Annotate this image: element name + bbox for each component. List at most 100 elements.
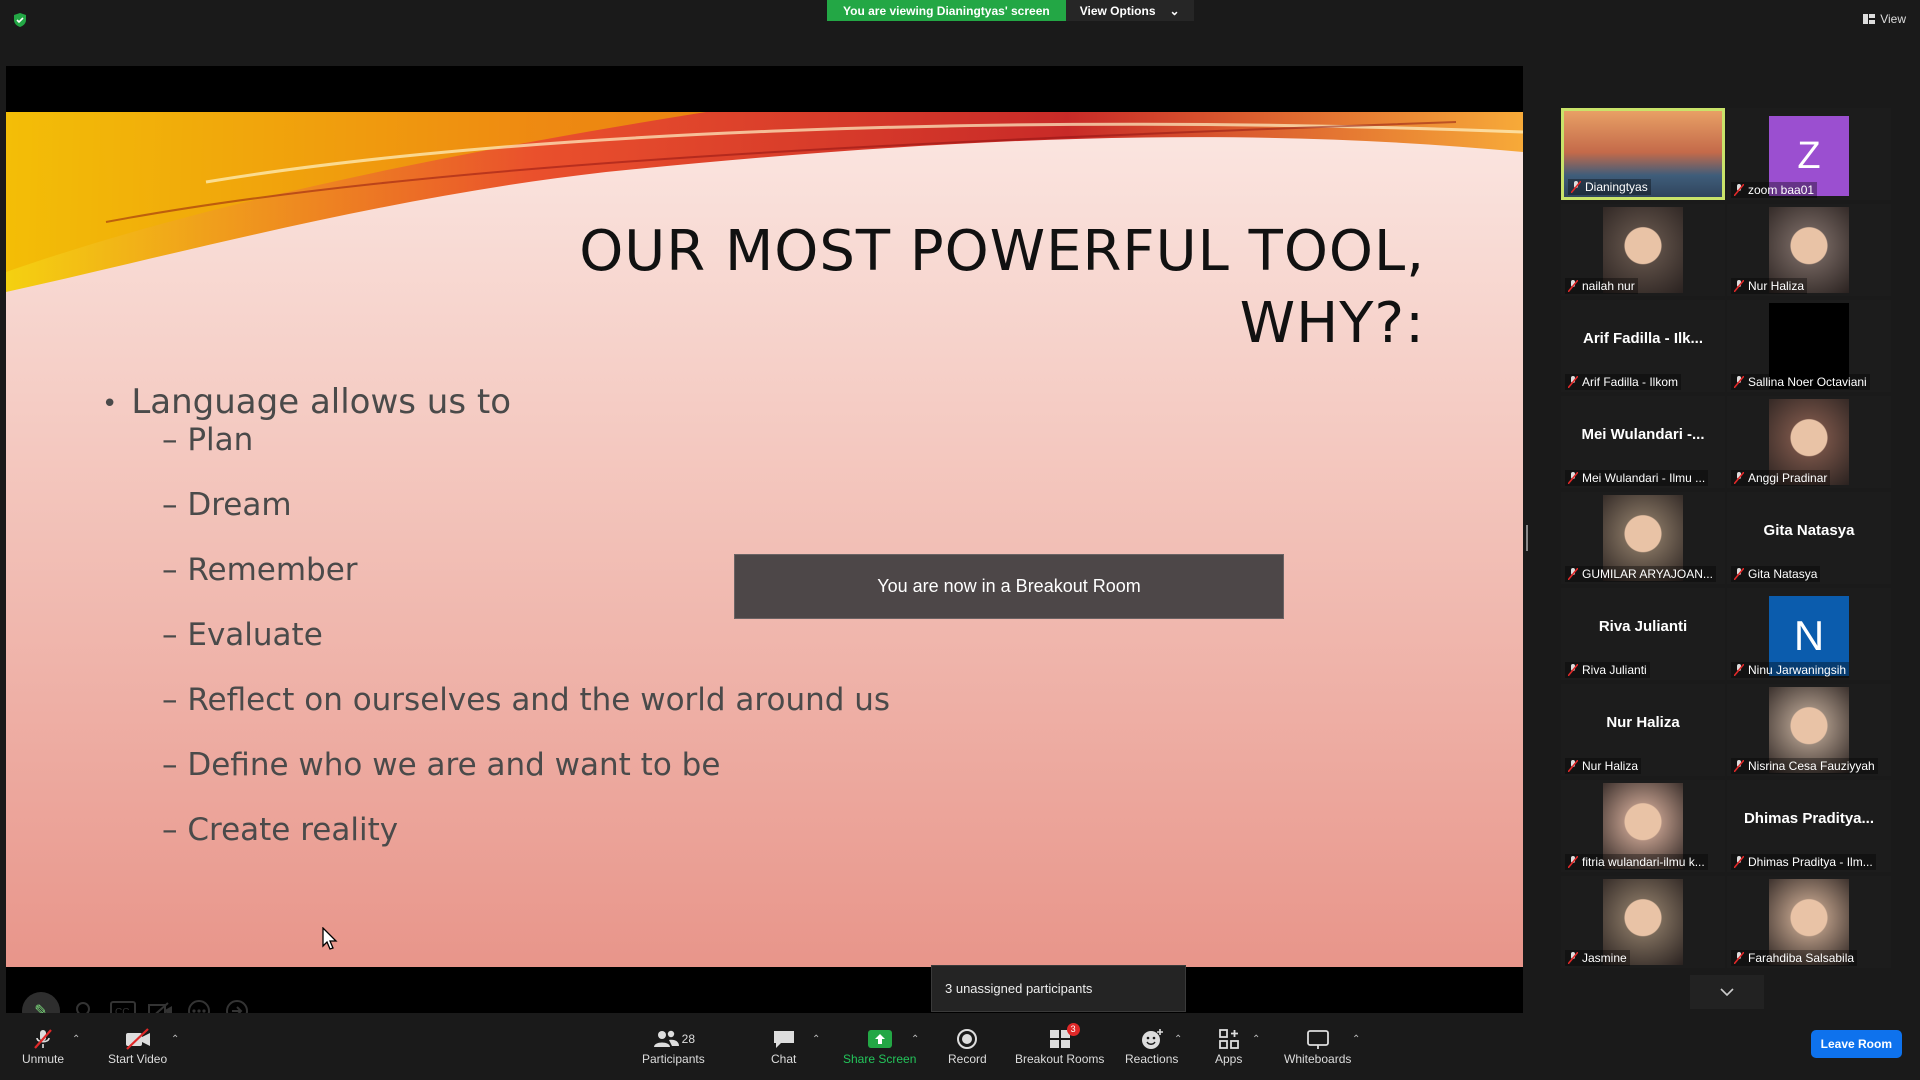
participant-name: Nur Haliza <box>1582 759 1639 773</box>
chevron-down-icon: ⌄ <box>1169 3 1180 18</box>
sub-bullet: Evaluate <box>162 617 322 653</box>
participant-tile[interactable]: Zzoom baa01 <box>1727 108 1891 200</box>
participant-tile[interactable]: N Ninu Jarwaningsih <box>1727 588 1891 680</box>
participant-name-label: Jasmine <box>1565 950 1630 966</box>
breakout-rooms-button[interactable]: 3 Breakout Rooms <box>1015 1023 1105 1066</box>
chat-options-caret[interactable]: ⌃ <box>812 1034 820 1045</box>
svg-text:CC: CC <box>115 1007 129 1013</box>
pen-icon[interactable]: ✎ <box>22 992 60 1013</box>
slide-bullets: Language allows us to Plan Dream Remembe… <box>102 382 890 848</box>
participant-tile[interactable]: Nur Haliza Nur Haliza <box>1561 684 1725 776</box>
participant-name: Dhimas Praditya - Ilm... <box>1748 855 1873 869</box>
chat-icon <box>773 1031 794 1048</box>
microphone-muted-icon <box>1734 664 1744 676</box>
unmute-button[interactable]: Unmute <box>22 1026 64 1066</box>
participant-tile[interactable]: Nisrina Cesa Fauziyyah <box>1727 684 1891 776</box>
microphone-muted-icon <box>34 1029 52 1049</box>
participant-name-label: Nur Haliza <box>1565 758 1642 774</box>
reactions-label: Reactions <box>1125 1052 1179 1066</box>
start-video-label: Start Video <box>108 1052 168 1066</box>
microphone-muted-icon <box>1568 856 1578 868</box>
participant-tile[interactable]: Arif Fadilla - Ilk... Arif Fadilla - Ilko… <box>1561 300 1725 392</box>
share-options-caret[interactable]: ⌃ <box>911 1034 919 1045</box>
participant-name: Mei Wulandari - Ilmu ... <box>1582 471 1706 485</box>
participant-tile[interactable]: Nur Haliza <box>1727 204 1891 296</box>
participant-name-label: Dhimas Praditya - Ilm... <box>1731 854 1876 870</box>
shared-screen[interactable]: OUR MOST POWERFUL TOOL, WHY?: Language a… <box>6 66 1523 1013</box>
participant-display-name: Mei Wulandari -... <box>1581 426 1705 443</box>
start-video-button[interactable]: Start Video <box>108 1026 167 1066</box>
participant-name-label: nailah nur <box>1565 278 1638 294</box>
microphone-muted-icon <box>1568 472 1578 484</box>
participants-icon <box>653 1030 679 1047</box>
participant-tile[interactable]: Farahdiba Salsabila <box>1727 876 1891 968</box>
microphone-muted-icon <box>1571 181 1581 193</box>
meeting-toolbar: Unmute ⌃ Start Video ⌃ 28 Participants C… <box>0 1018 1920 1080</box>
participants-button[interactable]: 28 Participants <box>642 1026 705 1066</box>
participant-display-name: Riva Julianti <box>1598 618 1688 635</box>
microphone-muted-icon <box>1734 376 1744 388</box>
audio-options-caret[interactable]: ⌃ <box>72 1034 80 1045</box>
view-options-button[interactable]: View Options ⌄ <box>1065 0 1194 21</box>
viewing-screen-label: You are viewing Dianingtyas' screen <box>827 0 1066 21</box>
microphone-muted-icon <box>1568 280 1578 292</box>
participant-name: Nur Haliza <box>1748 279 1805 293</box>
presentation-slide: OUR MOST POWERFUL TOOL, WHY?: Language a… <box>6 112 1523 967</box>
slide-annotation-toolbar: ✎ CC <box>22 992 250 1013</box>
microphone-muted-icon <box>1568 376 1578 388</box>
chat-button[interactable]: Chat <box>771 1026 796 1066</box>
more-options-icon[interactable] <box>186 998 212 1013</box>
sub-bullet: Dream <box>162 487 291 523</box>
reactions-button[interactable]: Reactions <box>1125 1026 1178 1066</box>
participant-name: GUMILAR ARYAJOAN... <box>1582 567 1713 581</box>
apps-options-caret[interactable]: ⌃ <box>1252 1034 1260 1045</box>
participant-name-label: Gita Natasya <box>1731 566 1821 582</box>
share-screen-button[interactable]: Share Screen <box>843 1026 916 1066</box>
participant-name: nailah nur <box>1582 279 1635 293</box>
participant-tile[interactable]: Dhimas Praditya... Dhimas Praditya - Ilm.… <box>1727 780 1891 872</box>
participant-name-label: Anggi Pradinar <box>1731 470 1831 486</box>
grid-view-icon <box>1863 14 1876 24</box>
video-options-caret[interactable]: ⌃ <box>171 1034 179 1045</box>
participant-tile[interactable]: Anggi Pradinar <box>1727 396 1891 488</box>
panel-resize-handle[interactable] <box>1526 525 1528 551</box>
microphone-muted-icon <box>1734 472 1744 484</box>
participant-tile[interactable]: fitria wulandari-ilmu k... <box>1561 780 1725 872</box>
microphone-muted-icon <box>1734 760 1744 772</box>
whiteboards-button[interactable]: Whiteboards <box>1284 1026 1351 1066</box>
participant-name: Ninu Jarwaningsih <box>1748 663 1847 677</box>
participants-count: 28 <box>681 1032 696 1046</box>
participant-name: Nisrina Cesa Fauziyyah <box>1748 759 1875 773</box>
whiteboards-options-caret[interactable]: ⌃ <box>1352 1034 1360 1045</box>
participant-name-label: Riva Julianti <box>1565 662 1650 678</box>
participant-tile[interactable]: GUMILAR ARYAJOAN... <box>1561 492 1725 584</box>
participant-tile[interactable]: Dianingtyas <box>1561 108 1725 200</box>
security-shield-icon[interactable] <box>12 12 28 28</box>
participant-name: Anggi Pradinar <box>1748 471 1828 485</box>
apps-button[interactable]: Apps <box>1215 1026 1242 1066</box>
reactions-options-caret[interactable]: ⌃ <box>1174 1034 1182 1045</box>
participant-name: Sallina Noer Octaviani <box>1748 375 1867 389</box>
view-button[interactable]: View <box>1863 12 1906 26</box>
zoom-icon[interactable] <box>72 998 98 1013</box>
participant-tile[interactable]: Sallina Noer Octaviani <box>1727 300 1891 392</box>
participant-name: Jasmine <box>1582 951 1627 965</box>
captions-icon[interactable]: CC <box>110 998 136 1013</box>
chevron-down-icon <box>1720 988 1734 996</box>
screen-share-banner: You are viewing Dianingtyas' screen View… <box>827 0 1194 21</box>
participant-tile[interactable]: Gita Natasya Gita Natasya <box>1727 492 1891 584</box>
participant-name: Riva Julianti <box>1582 663 1647 677</box>
participant-tile[interactable]: Riva Julianti Riva Julianti <box>1561 588 1725 680</box>
breakout-rooms-label: Breakout Rooms <box>1015 1052 1105 1066</box>
gallery-scroll-down-button[interactable] <box>1690 975 1764 1009</box>
record-button[interactable]: Record <box>948 1026 987 1066</box>
participant-name-label: Nisrina Cesa Fauziyyah <box>1731 758 1878 774</box>
leave-room-button[interactable]: Leave Room <box>1810 1030 1902 1058</box>
participant-tile[interactable]: nailah nur <box>1561 204 1725 296</box>
video-off-icon[interactable] <box>148 998 174 1013</box>
video-camera-off-icon <box>125 1028 150 1050</box>
participant-tile[interactable]: Jasmine <box>1561 876 1725 968</box>
next-arrow-icon[interactable] <box>224 998 250 1013</box>
participant-name-label: Mei Wulandari - Ilmu ... <box>1565 470 1709 486</box>
participant-tile[interactable]: Mei Wulandari -... Mei Wulandari - Ilmu .… <box>1561 396 1725 488</box>
